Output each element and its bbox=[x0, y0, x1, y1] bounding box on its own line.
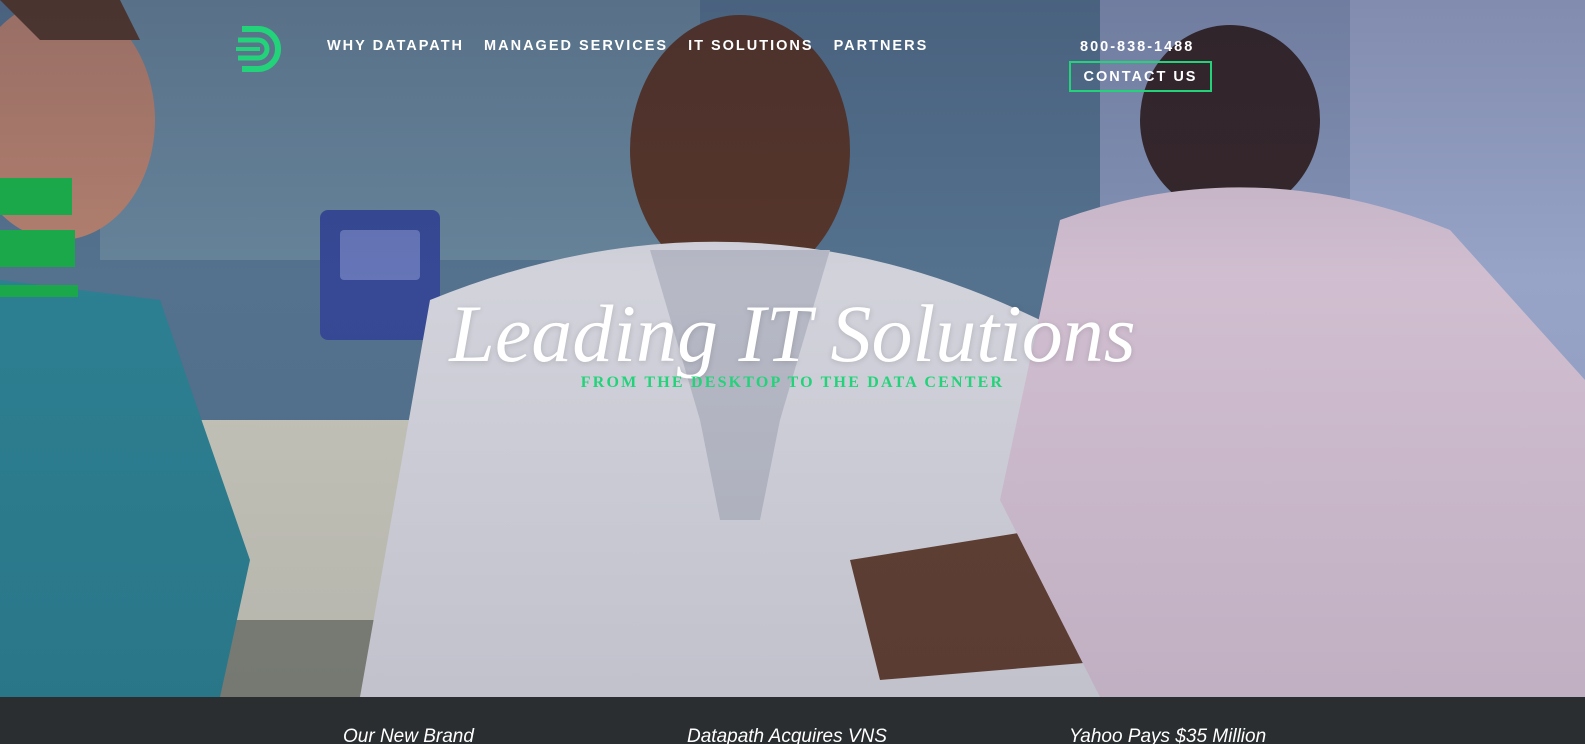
phone-number[interactable]: 800-838-1488 bbox=[1080, 39, 1194, 55]
main-nav: WHY DATAPATH MANAGED SERVICES IT SOLUTIO… bbox=[327, 38, 948, 54]
hero-subtitle: FROM THE DESKTOP TO THE DATA CENTER bbox=[580, 374, 1005, 391]
nav-managed-services[interactable]: MANAGED SERVICES bbox=[484, 38, 668, 54]
news-item-yahoo-pays[interactable]: Yahoo Pays $35 Million bbox=[1069, 726, 1266, 744]
nav-partners[interactable]: PARTNERS bbox=[834, 38, 929, 54]
news-item-new-brand[interactable]: Our New Brand bbox=[343, 726, 474, 744]
nav-it-solutions[interactable]: IT SOLUTIONS bbox=[688, 38, 814, 54]
contact-us-button[interactable]: CONTACT US bbox=[1069, 61, 1212, 92]
news-bar: Our New Brand Datapath Acquires VNS Yaho… bbox=[0, 697, 1585, 744]
nav-why-datapath[interactable]: WHY DATAPATH bbox=[327, 38, 464, 54]
decorative-stripe-1 bbox=[0, 178, 72, 215]
decorative-stripe-2 bbox=[0, 230, 75, 267]
hero-section: WHY DATAPATH MANAGED SERVICES IT SOLUTIO… bbox=[0, 0, 1585, 697]
news-item-datapath-acquires-vns[interactable]: Datapath Acquires VNS bbox=[687, 726, 887, 744]
page: WHY DATAPATH MANAGED SERVICES IT SOLUTIO… bbox=[0, 0, 1585, 744]
hero-title: Leading IT Solutions bbox=[449, 288, 1136, 379]
datapath-logo-icon[interactable] bbox=[236, 26, 284, 72]
